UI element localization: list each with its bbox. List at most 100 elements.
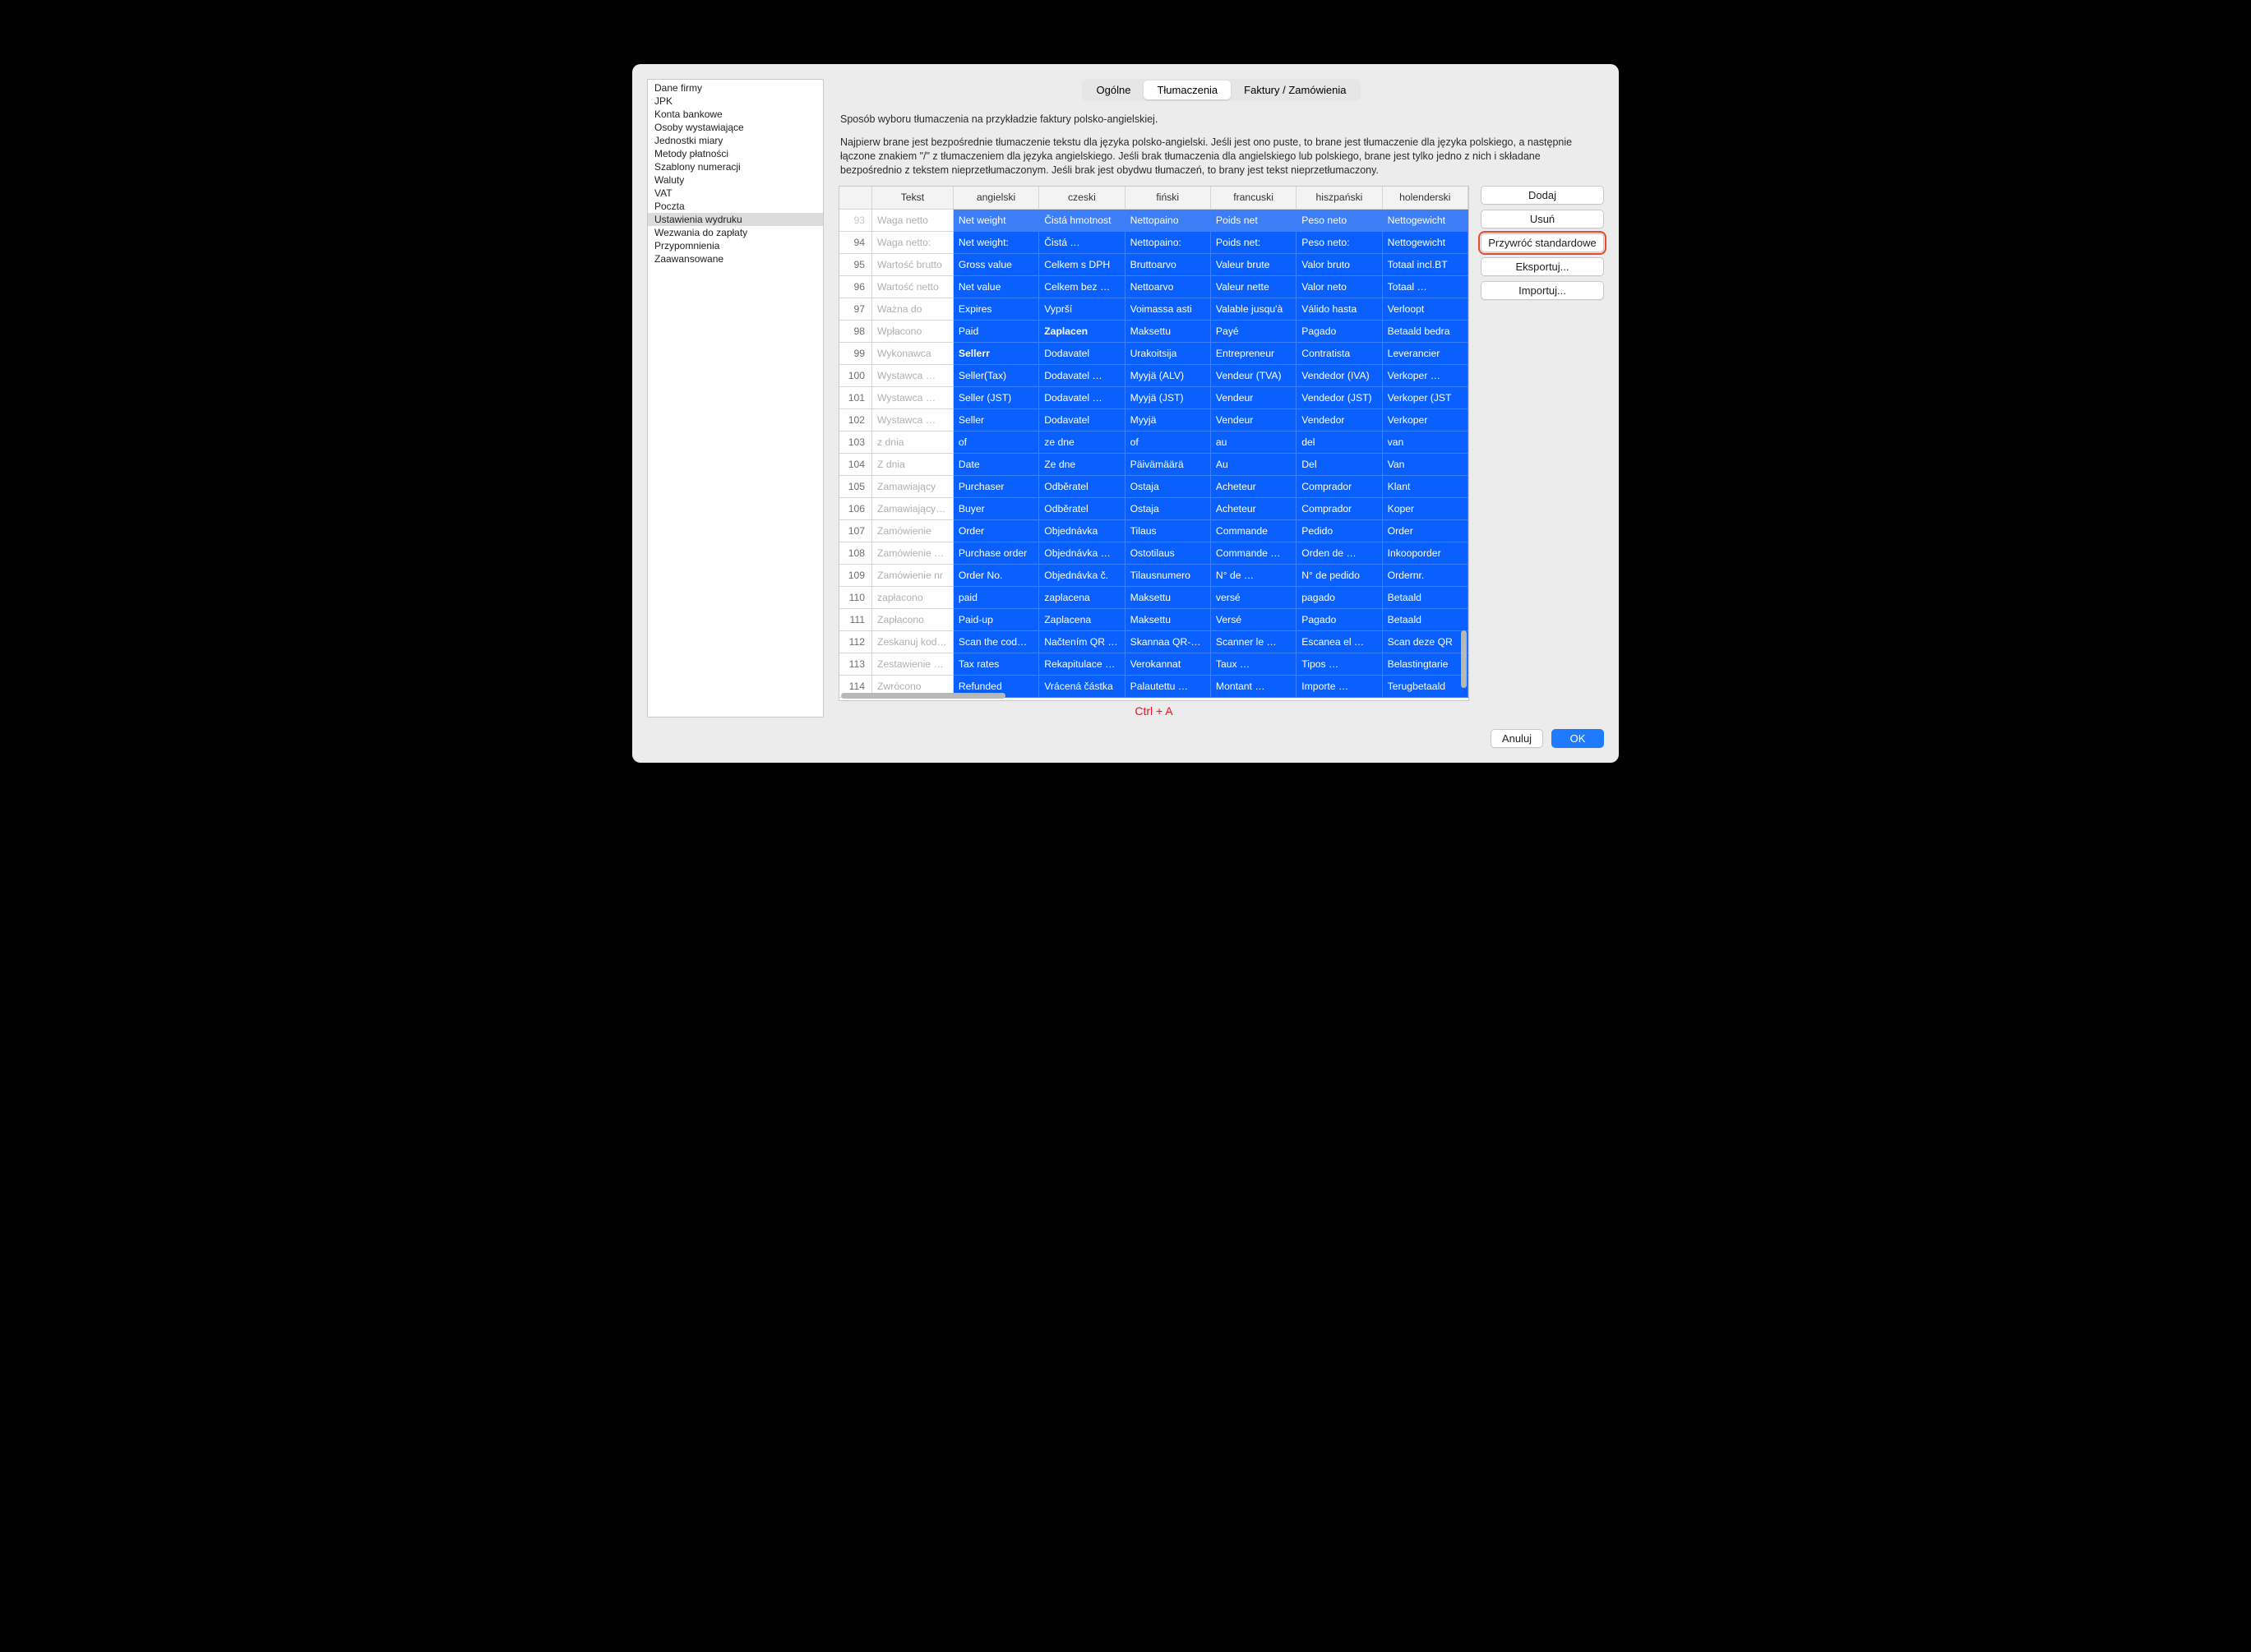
cell-fr[interactable]: Commande … [1210, 542, 1296, 564]
table-row[interactable]: 105ZamawiającyPurchaserOdběratelOstajaAc… [839, 475, 1468, 497]
cell-es[interactable]: Pagado [1297, 608, 1382, 630]
cell-es[interactable]: Tipos … [1297, 653, 1382, 675]
cell-nl[interactable]: Scan deze QR [1382, 630, 1468, 653]
cell-en[interactable]: Paid-up [953, 608, 1038, 630]
cell-en[interactable]: paid [953, 586, 1038, 608]
cell-fi[interactable]: Myyjä (JST) [1125, 386, 1210, 408]
table-row[interactable]: 101Wystawca …Seller (JST)Dodavatel …Myyj… [839, 386, 1468, 408]
import-button[interactable]: Importuj... [1481, 281, 1604, 300]
cell-fi[interactable]: Nettoarvo [1125, 275, 1210, 298]
sidebar-item[interactable]: Wezwania do zapłaty [648, 226, 823, 239]
cell-es[interactable]: Del [1297, 453, 1382, 475]
sidebar-item[interactable]: Jednostki miary [648, 134, 823, 147]
cell-cz[interactable]: Dodavatel [1039, 408, 1125, 431]
cell-fr[interactable]: N° de … [1210, 564, 1296, 586]
cell-es[interactable]: Comprador [1297, 475, 1382, 497]
cell-nl[interactable]: Betaald bedra [1382, 320, 1468, 342]
cell-cz[interactable]: Čistá hmotnost [1039, 209, 1125, 231]
column-header[interactable] [839, 187, 872, 209]
cell-en[interactable]: Purchaser [953, 475, 1038, 497]
sidebar-item[interactable]: Przypomnienia [648, 239, 823, 252]
cell-es[interactable]: Orden de … [1297, 542, 1382, 564]
table-row[interactable]: 113Zestawienie …Tax ratesRekapitulace …V… [839, 653, 1468, 675]
cell-fi[interactable]: Tilausnumero [1125, 564, 1210, 586]
cell-es[interactable]: pagado [1297, 586, 1382, 608]
cell-en[interactable]: Net weight [953, 209, 1038, 231]
tab-faktury-zam-wienia[interactable]: Faktury / Zamówienia [1231, 81, 1359, 99]
cell-en[interactable]: Seller(Tax) [953, 364, 1038, 386]
table-row[interactable]: 95Wartość bruttoGross valueCelkem s DPHB… [839, 253, 1468, 275]
cell-fr[interactable]: Entrepreneur [1210, 342, 1296, 364]
cell-nl[interactable]: Verkoper (JST [1382, 386, 1468, 408]
table-row[interactable]: 103z dniaofze dneofaudelvan [839, 431, 1468, 453]
translation-table[interactable]: Tekstangielskiczeskifińskifrancuskihiszp… [839, 186, 1469, 701]
cell-nl[interactable]: Van [1382, 453, 1468, 475]
cell-nl[interactable]: Verkoper [1382, 408, 1468, 431]
export-button[interactable]: Eksportuj... [1481, 257, 1604, 276]
cell-fi[interactable]: Ostotilaus [1125, 542, 1210, 564]
cell-nl[interactable]: Terugbetaald [1382, 675, 1468, 697]
cell-es[interactable]: del [1297, 431, 1382, 453]
cell-es[interactable]: Vendedor (JST) [1297, 386, 1382, 408]
table-row[interactable]: 102Wystawca …SellerDodavatelMyyjäVendeur… [839, 408, 1468, 431]
cell-cz[interactable]: Objednávka č. [1039, 564, 1125, 586]
cell-fi[interactable]: Skannaa QR-… [1125, 630, 1210, 653]
cell-fr[interactable]: Vendeur [1210, 386, 1296, 408]
cell-en[interactable]: Sellerr [953, 342, 1038, 364]
column-header[interactable]: holenderski [1382, 187, 1468, 209]
cell-fi[interactable]: Myyjä [1125, 408, 1210, 431]
sidebar-item[interactable]: Osoby wystawiające [648, 121, 823, 134]
cell-fi[interactable]: Nettopaino: [1125, 231, 1210, 253]
vertical-scrollbar-thumb[interactable] [1461, 630, 1467, 688]
table-row[interactable]: 112Zeskanuj kod …Scan the cod…Načtením Q… [839, 630, 1468, 653]
cell-cz[interactable]: Vyprší [1039, 298, 1125, 320]
cell-es[interactable]: Válido hasta [1297, 298, 1382, 320]
cell-en[interactable]: Gross value [953, 253, 1038, 275]
cell-nl[interactable]: Verkoper … [1382, 364, 1468, 386]
sidebar-item[interactable]: Dane firmy [648, 81, 823, 95]
cell-es[interactable]: Importe … [1297, 675, 1382, 697]
cell-es[interactable]: N° de pedido [1297, 564, 1382, 586]
add-button[interactable]: Dodaj [1481, 186, 1604, 205]
column-header[interactable]: francuski [1210, 187, 1296, 209]
column-header[interactable]: czeski [1039, 187, 1125, 209]
cell-cz[interactable]: Zaplacena [1039, 608, 1125, 630]
cell-nl[interactable]: Betaald [1382, 608, 1468, 630]
cell-en[interactable]: Purchase order [953, 542, 1038, 564]
cell-es[interactable]: Pedido [1297, 519, 1382, 542]
cell-fi[interactable]: Ostaja [1125, 497, 1210, 519]
cell-en[interactable]: Buyer [953, 497, 1038, 519]
cell-fi[interactable]: Maksettu [1125, 608, 1210, 630]
cell-nl[interactable]: Betaald [1382, 586, 1468, 608]
table-row[interactable]: 110zapłaconopaidzaplacenaMaksettuversépa… [839, 586, 1468, 608]
cell-fi[interactable]: Maksettu [1125, 586, 1210, 608]
cell-fr[interactable]: Taux … [1210, 653, 1296, 675]
cell-fr[interactable]: au [1210, 431, 1296, 453]
cell-fr[interactable]: Scanner le … [1210, 630, 1296, 653]
cell-nl[interactable]: Ordernr. [1382, 564, 1468, 586]
cell-fi[interactable]: Voimassa asti [1125, 298, 1210, 320]
cell-fr[interactable]: Vendeur [1210, 408, 1296, 431]
cell-en[interactable]: Paid [953, 320, 1038, 342]
cell-cz[interactable]: Ze dne [1039, 453, 1125, 475]
table-row[interactable]: 104Z dniaDateZe dnePäivämääräAuDelVan [839, 453, 1468, 475]
cell-nl[interactable]: Koper [1382, 497, 1468, 519]
tab-segmented-control[interactable]: OgólneTłumaczeniaFaktury / Zamówienia [1082, 79, 1361, 101]
sidebar-item[interactable]: Waluty [648, 173, 823, 187]
cell-fi[interactable]: Palautettu … [1125, 675, 1210, 697]
cell-fr[interactable]: Valable jusqu'à [1210, 298, 1296, 320]
cell-nl[interactable]: Verloopt [1382, 298, 1468, 320]
sidebar-item[interactable]: JPK [648, 95, 823, 108]
cell-en[interactable]: Date [953, 453, 1038, 475]
cell-es[interactable]: Comprador [1297, 497, 1382, 519]
cell-fi[interactable]: Tilaus [1125, 519, 1210, 542]
cell-fi[interactable]: of [1125, 431, 1210, 453]
cell-en[interactable]: Seller (JST) [953, 386, 1038, 408]
cell-fi[interactable]: Bruttoarvo [1125, 253, 1210, 275]
cell-fr[interactable]: Montant … [1210, 675, 1296, 697]
restore-defaults-button[interactable]: Przywróć standardowe [1481, 233, 1604, 252]
cell-en[interactable]: Order [953, 519, 1038, 542]
cell-fi[interactable]: Verokannat [1125, 653, 1210, 675]
cell-en[interactable]: Scan the cod… [953, 630, 1038, 653]
column-header[interactable]: fiński [1125, 187, 1210, 209]
